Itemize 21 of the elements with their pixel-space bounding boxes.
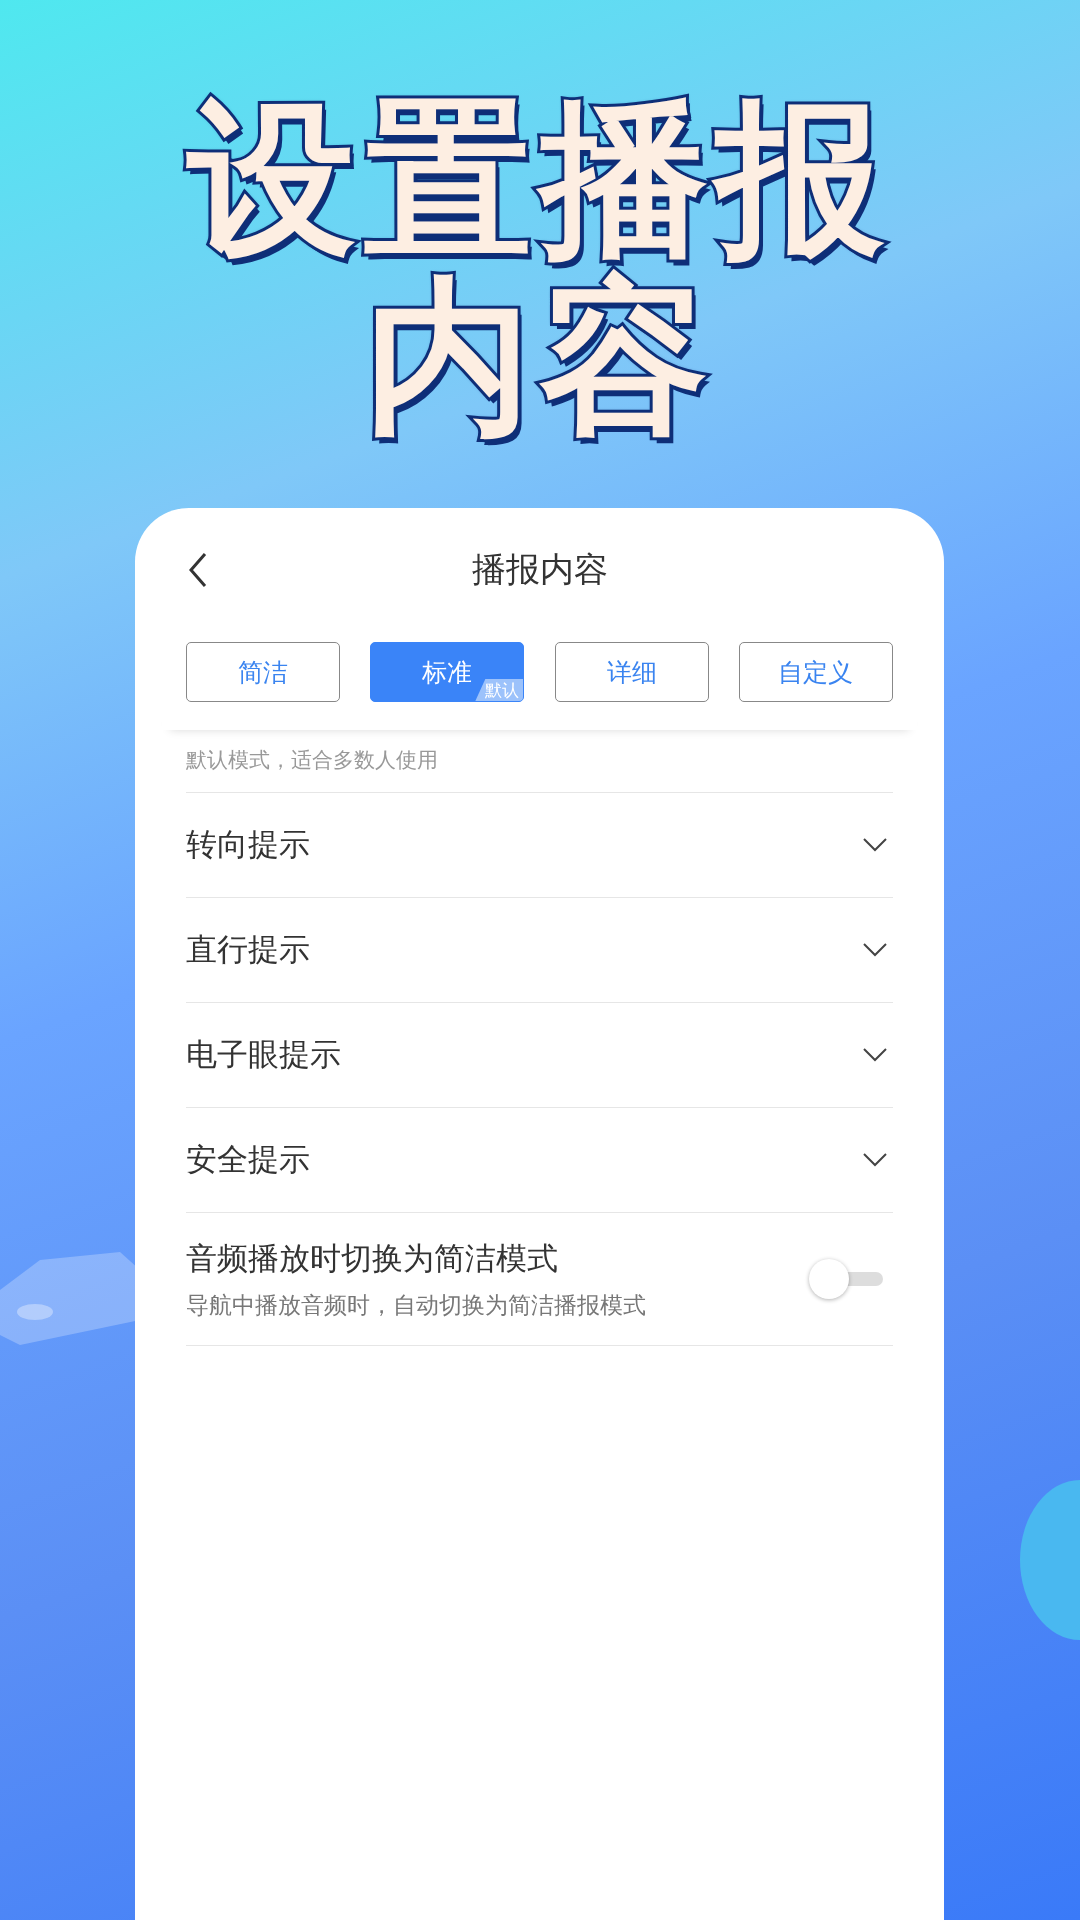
mode-tab[interactable]: 详细 — [554, 642, 709, 702]
mode-tab[interactable]: 自定义 — [739, 642, 893, 702]
setting-description: 导航中播放音频时，自动切换为简洁播报模式 — [186, 1290, 646, 1320]
headline: 设置播报 — [188, 90, 892, 268]
back-icon[interactable] — [188, 552, 208, 588]
toggle-switch[interactable] — [809, 1259, 883, 1299]
section-label[interactable]: 电子眼提示 — [186, 1034, 341, 1076]
mode-tab[interactable]: 标准 默认 — [370, 642, 525, 702]
chevron-down-icon[interactable] — [863, 943, 887, 957]
section-label[interactable]: 安全提示 — [186, 1139, 310, 1181]
mode-description: 默认模式，适合多数人使用 — [186, 747, 439, 774]
section-label[interactable]: 直行提示 — [186, 929, 310, 971]
default-badge: 默认 — [475, 679, 524, 701]
mode-tab[interactable]: 简洁 — [186, 642, 340, 702]
chevron-down-icon[interactable] — [863, 1048, 887, 1062]
chevron-down-icon[interactable] — [863, 1153, 887, 1167]
chevron-down-icon[interactable] — [863, 838, 887, 852]
setting-label: 音频播放时切换为简洁模式 — [186, 1238, 559, 1278]
headline: 内容 — [364, 268, 716, 446]
section-label[interactable]: 转向提示 — [186, 824, 310, 866]
screen-title: 播报内容 — [471, 548, 608, 591]
